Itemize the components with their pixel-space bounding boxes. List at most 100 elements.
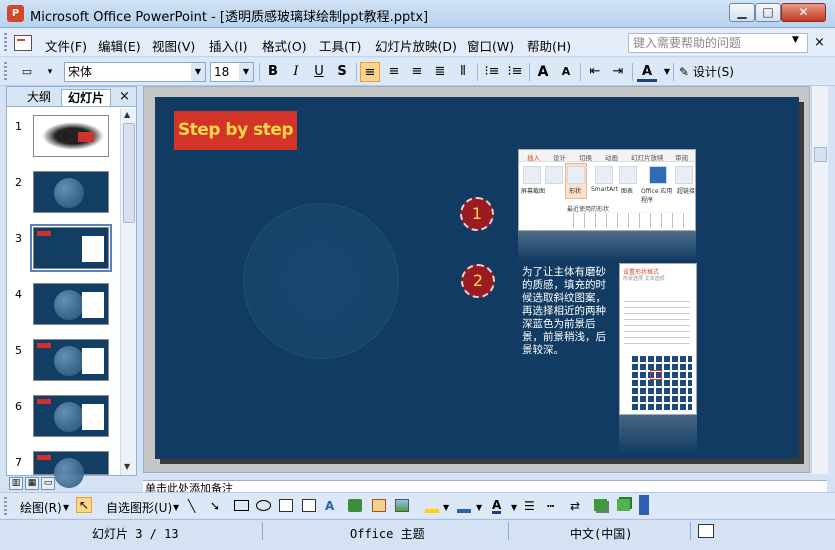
- spelling-icon[interactable]: [698, 524, 714, 538]
- 3d-style-icon[interactable]: [617, 499, 630, 511]
- normal-view-icon[interactable]: ▥: [9, 477, 23, 490]
- menu-edit[interactable]: 编辑(E): [98, 36, 141, 55]
- scrollbar-thumb[interactable]: [814, 147, 827, 162]
- align-center-icon[interactable]: ≡: [384, 62, 404, 82]
- wordart-icon[interactable]: A: [325, 499, 334, 513]
- notes-pane[interactable]: 单击此处添加备注: [143, 480, 827, 492]
- menu-slideshow[interactable]: 幻灯片放映(D): [375, 36, 457, 55]
- document-icon[interactable]: [14, 35, 32, 51]
- font-color-button[interactable]: A: [637, 62, 657, 82]
- line-style-icon[interactable]: ☰: [524, 499, 535, 513]
- shadow-style-icon[interactable]: [594, 499, 607, 511]
- chevron-down-icon[interactable]: ▼: [443, 503, 449, 512]
- current-slide[interactable]: Step by step 插入 设计 切换 动画 幻灯片放映 审阅 屏幕截图 形…: [155, 97, 799, 459]
- ribbon-screenshot[interactable]: 插入 设计 切换 动画 幻灯片放映 审阅 屏幕截图 形状 SmartArt 图表…: [518, 149, 696, 231]
- maximize-button[interactable]: □: [755, 3, 781, 22]
- slide-thumbnail[interactable]: [33, 115, 109, 157]
- document-close-button[interactable]: ×: [814, 35, 825, 50]
- menu-file[interactable]: 文件(F): [45, 36, 87, 55]
- powerpoint-icon[interactable]: P: [7, 5, 24, 22]
- scrollbar-thumb[interactable]: [123, 123, 135, 223]
- chevron-down-icon[interactable]: ▼: [792, 35, 799, 45]
- chevron-down-icon[interactable]: ▼: [63, 503, 69, 512]
- chevron-down-icon[interactable]: ▼: [173, 503, 179, 512]
- draw-menu-button[interactable]: 绘图(R): [20, 499, 62, 516]
- format-pane-screenshot[interactable]: 设置形状格式 形状选项 文本选项: [619, 263, 697, 415]
- slide-thumbnail[interactable]: [33, 395, 109, 437]
- autoshapes-button[interactable]: 自选图形(U): [106, 499, 172, 516]
- chevron-down-icon[interactable]: ▼: [476, 503, 482, 512]
- toolbar-options-icon[interactable]: [639, 495, 649, 515]
- slide-thumbnail[interactable]: [33, 171, 109, 213]
- toolbar-grip[interactable]: [4, 497, 7, 515]
- decrease-indent-icon[interactable]: ⇤: [585, 62, 605, 82]
- menu-tools[interactable]: 工具(T): [319, 36, 361, 55]
- increase-indent-icon[interactable]: ⇥: [608, 62, 628, 82]
- bullets-icon[interactable]: ⁝≡: [505, 62, 525, 82]
- select-pointer-icon[interactable]: ↖: [76, 497, 92, 513]
- chevron-down-icon[interactable]: ▼: [511, 503, 517, 512]
- bold-button[interactable]: B: [263, 62, 283, 82]
- tab-outline[interactable]: 大纲: [21, 89, 57, 106]
- oval-icon[interactable]: [256, 500, 271, 511]
- arrow-style-icon[interactable]: ⇄: [570, 499, 580, 513]
- italic-button[interactable]: I: [286, 62, 306, 82]
- step-2-circle[interactable]: 2: [461, 264, 495, 298]
- close-button[interactable]: ✕: [781, 3, 826, 22]
- step-2-description[interactable]: 为了让主体有磨砂的质感，填充的时候选取斜纹图案，再选择相近的两种深蓝色为前景后景…: [522, 266, 613, 357]
- numbering-icon[interactable]: ⁝≡: [482, 62, 502, 82]
- sorter-view-icon[interactable]: ▦: [25, 477, 39, 490]
- arrow-icon[interactable]: ➘: [210, 499, 220, 513]
- scroll-down-icon[interactable]: ▼: [124, 462, 130, 471]
- distribute-icon[interactable]: ⦀: [453, 62, 473, 82]
- step-1-circle[interactable]: 1: [460, 197, 494, 231]
- font-color-icon[interactable]: A: [492, 499, 502, 514]
- vertical-textbox-icon[interactable]: [302, 499, 316, 512]
- menu-window[interactable]: 窗口(W): [467, 36, 514, 55]
- chevron-down-icon[interactable]: ▼: [657, 62, 677, 82]
- menu-format[interactable]: 格式(O): [262, 36, 307, 55]
- slideshow-view-icon[interactable]: ▭: [41, 477, 55, 490]
- tab-slides[interactable]: 幻灯片: [61, 89, 112, 106]
- shadow-button[interactable]: S: [332, 62, 352, 82]
- slide-scrollbar[interactable]: [811, 86, 828, 474]
- toolbar-grip[interactable]: [4, 62, 7, 82]
- slide-thumbnail[interactable]: [33, 451, 109, 488]
- justify-icon[interactable]: ≣: [430, 62, 450, 82]
- design-button[interactable]: ✎ 设计(S): [679, 62, 739, 82]
- close-panel-button[interactable]: ×: [119, 89, 130, 104]
- font-size-select[interactable]: 18 ▼: [210, 62, 254, 82]
- line-icon[interactable]: ╲: [188, 499, 195, 513]
- scroll-up-icon[interactable]: ▲: [124, 110, 130, 119]
- diagram-icon[interactable]: [348, 499, 362, 512]
- clipart-icon[interactable]: [372, 499, 386, 512]
- toolbar-grip[interactable]: [4, 33, 7, 53]
- slide-thumbnail[interactable]: [33, 283, 109, 325]
- rectangle-icon[interactable]: [234, 500, 249, 511]
- align-left-icon[interactable]: ≡: [360, 62, 380, 82]
- chevron-down-icon[interactable]: ▼: [239, 63, 253, 81]
- textbox-icon[interactable]: [279, 499, 293, 512]
- line-color-icon[interactable]: [457, 499, 471, 513]
- align-right-icon[interactable]: ≡: [407, 62, 427, 82]
- glass-ball-shape[interactable]: [243, 203, 399, 359]
- menu-help[interactable]: 帮助(H): [527, 36, 571, 55]
- slide-thumbnail[interactable]: [33, 339, 109, 381]
- font-name-select[interactable]: 宋体 ▼: [64, 62, 206, 82]
- toolbar-options-icon[interactable]: ▾: [40, 62, 60, 82]
- minimize-button[interactable]: ▁: [729, 3, 755, 22]
- dash-style-icon[interactable]: ┅: [547, 499, 554, 513]
- new-document-icon[interactable]: ▭: [17, 62, 37, 82]
- menu-insert[interactable]: 插入(I): [209, 36, 247, 55]
- panel-scrollbar[interactable]: ▲ ▼: [120, 108, 136, 475]
- shrink-font-button[interactable]: A: [556, 62, 576, 82]
- step-by-step-badge[interactable]: Step by step: [174, 111, 297, 150]
- slide-thumbnail-selected[interactable]: [30, 224, 112, 272]
- fill-color-icon[interactable]: [425, 499, 439, 513]
- insert-picture-icon[interactable]: [395, 499, 409, 512]
- chevron-down-icon[interactable]: ▼: [191, 63, 205, 81]
- grow-font-button[interactable]: A: [533, 62, 553, 82]
- underline-button[interactable]: U: [309, 62, 329, 82]
- menu-view[interactable]: 视图(V): [152, 36, 195, 55]
- help-search-input[interactable]: 键入需要帮助的问题: [628, 33, 808, 53]
